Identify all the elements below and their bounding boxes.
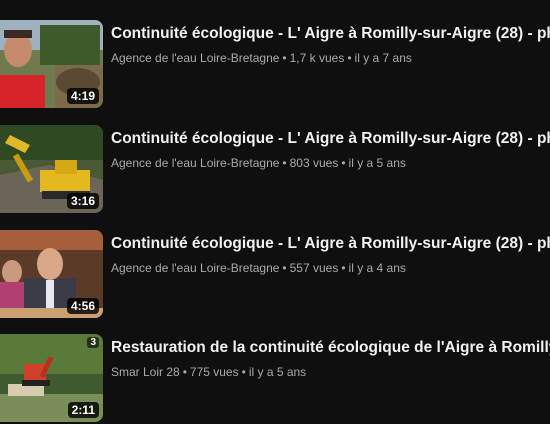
video-info: Agence de l'eau Loire-Bretagne • 803 vues •…: [111, 155, 550, 171]
separator-dot: •: [282, 261, 287, 275]
duration-badge: 3:16: [66, 193, 99, 209]
upload-age: il y a 5 ans: [248, 365, 307, 379]
playlist-count-badge: 3: [87, 337, 99, 348]
separator-dot: •: [182, 365, 187, 379]
view-count: 775 vues: [189, 365, 239, 379]
separator-dot: •: [241, 365, 246, 379]
channel-name[interactable]: Agence de l'eau Loire-Bretagne: [111, 261, 279, 275]
separator-dot: •: [282, 51, 287, 65]
view-count: 803 vues: [289, 156, 339, 170]
video-title[interactable]: Continuité écologique - L' Aigre à Romil…: [111, 129, 550, 149]
video-title[interactable]: Continuité écologique - L' Aigre à Romil…: [111, 24, 550, 44]
separator-dot: •: [341, 156, 346, 170]
duration-badge: 4:56: [66, 298, 99, 314]
video-title[interactable]: Continuité écologique - L' Aigre à Romil…: [111, 234, 550, 254]
upload-age: il y a 5 ans: [348, 156, 406, 170]
duration-badge: 4:19: [66, 88, 99, 104]
video-thumbnail[interactable]: 4:56: [0, 230, 103, 318]
view-count: 1,7 k vues: [289, 51, 345, 65]
video-item[interactable]: 4:56 Continuité écologique - L' Aigre à …: [0, 230, 550, 320]
video-meta: Continuité écologique - L' Aigre à Romil…: [111, 20, 550, 66]
video-item[interactable]: 4:19 Continuité écologique - L' Aigre à …: [0, 20, 550, 110]
separator-dot: •: [341, 261, 346, 275]
video-item[interactable]: 3 2:11 Restauration de la continuité éco…: [0, 334, 550, 424]
video-thumbnail[interactable]: 3 2:11: [0, 334, 103, 422]
video-info: Agence de l'eau Loire-Bretagne • 1,7 k vue…: [111, 50, 550, 66]
video-info: Smar Loir 28 • 775 vues • il y a 5 ans: [111, 364, 550, 380]
separator-dot: •: [282, 156, 287, 170]
video-thumbnail[interactable]: 3:16: [0, 125, 103, 213]
view-count: 557 vues: [289, 261, 339, 275]
upload-age: il y a 4 ans: [348, 261, 406, 275]
video-thumbnail[interactable]: 4:19: [0, 20, 103, 108]
separator-dot: •: [347, 51, 352, 65]
channel-name[interactable]: Smar Loir 28: [111, 365, 180, 379]
upload-age: il y a 7 ans: [354, 51, 412, 65]
video-meta: Restauration de la continuité écologique…: [111, 334, 550, 380]
video-meta: Continuité écologique - L' Aigre à Romil…: [111, 230, 550, 276]
video-meta: Continuité écologique - L' Aigre à Romil…: [111, 125, 550, 171]
channel-name[interactable]: Agence de l'eau Loire-Bretagne: [111, 51, 279, 65]
video-title[interactable]: Restauration de la continuité écologique…: [111, 338, 550, 358]
video-list: 4:19 Continuité écologique - L' Aigre à …: [0, 0, 550, 424]
video-item[interactable]: 3:16 Continuité écologique - L' Aigre à …: [0, 125, 550, 215]
duration-badge: 2:11: [67, 402, 99, 418]
channel-name[interactable]: Agence de l'eau Loire-Bretagne: [111, 156, 279, 170]
video-info: Agence de l'eau Loire-Bretagne • 557 vues •…: [111, 260, 550, 276]
